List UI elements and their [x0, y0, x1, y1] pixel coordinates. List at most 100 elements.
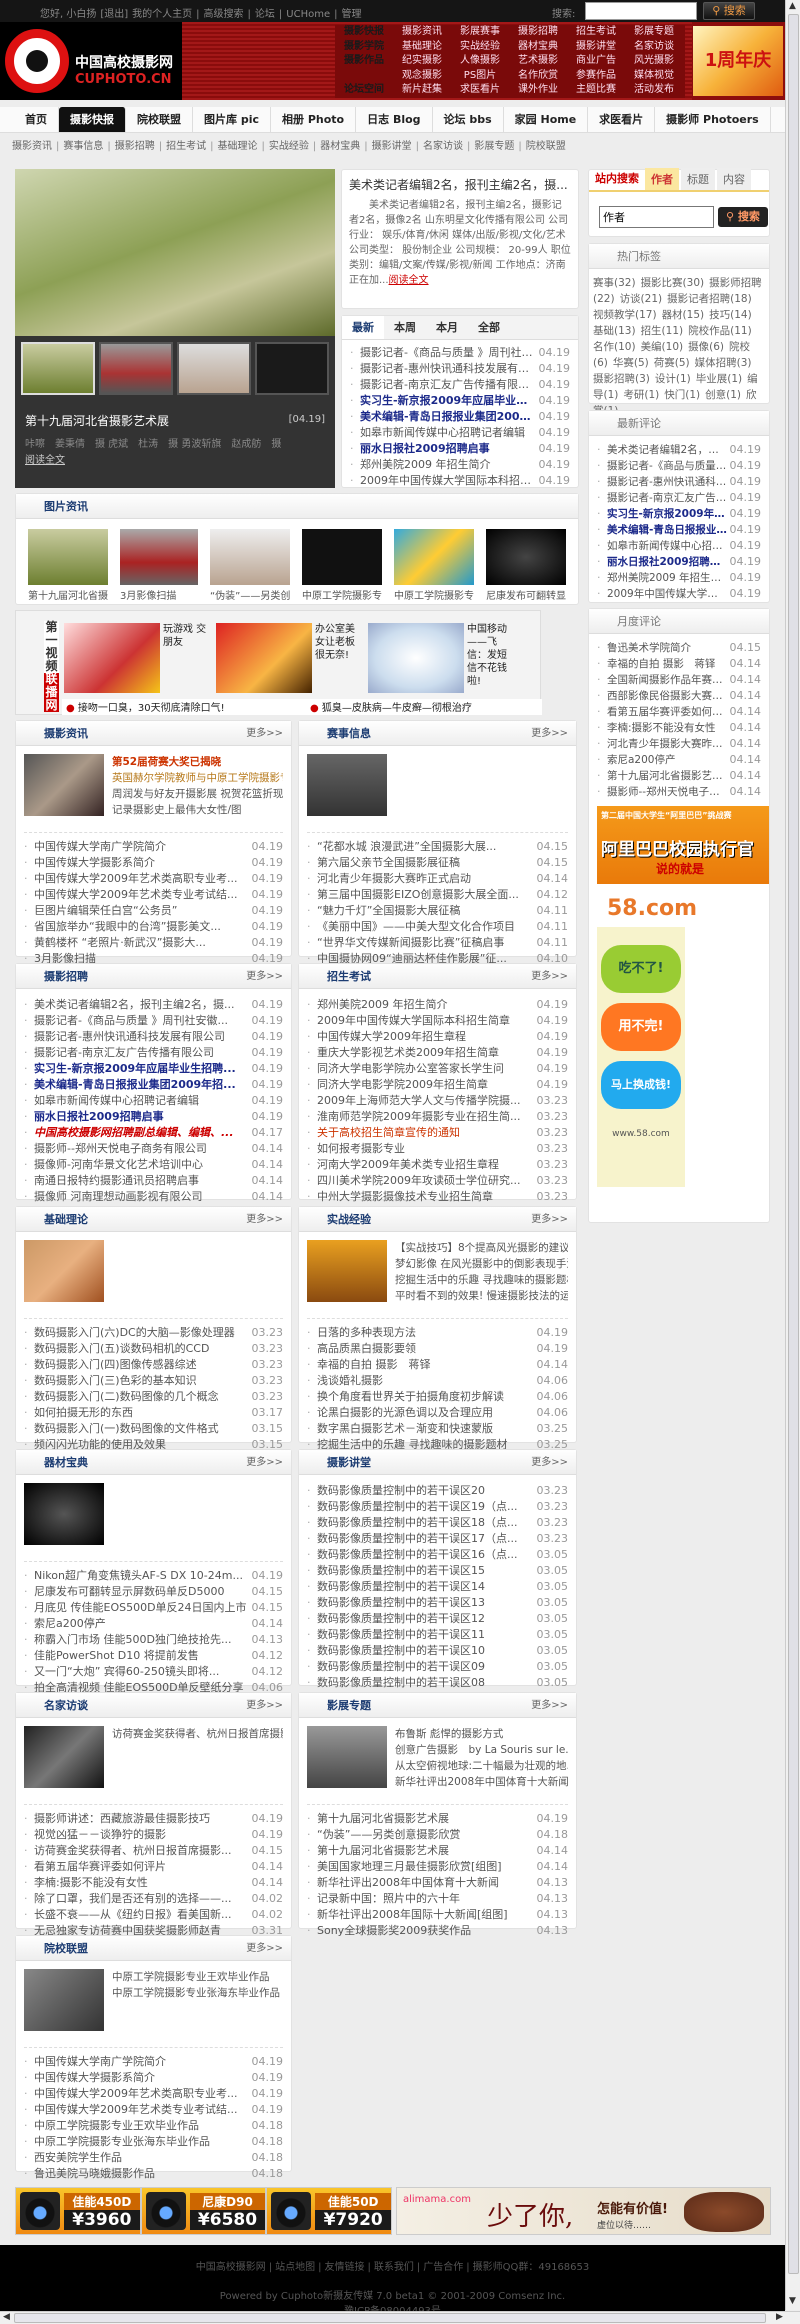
- item-title[interactable]: 摄影师--郑州天悦电子商务有限公司: [34, 1141, 249, 1157]
- item-title[interactable]: 西部影像民俗摄影大赛颁奖: [607, 688, 727, 704]
- item-title[interactable]: 记录新中国：照片中的六十年: [317, 1891, 534, 1907]
- list-item[interactable]: 2009年中国传媒大学国际本04.19: [597, 586, 761, 602]
- item-title[interactable]: 中国传媒大学摄影系简介: [34, 855, 249, 871]
- tag-link[interactable]: 院校作品(11): [688, 325, 752, 337]
- nav-tab[interactable]: 摄影快报: [59, 107, 126, 132]
- footer-link[interactable]: 友情链接: [324, 2262, 364, 2273]
- item-title[interactable]: 视觉凶猛－－谈狰狞的摄影: [34, 1827, 249, 1843]
- search-input[interactable]: [585, 2, 697, 20]
- list-item[interactable]: 全国新闻摄影作品年赛评选04.14: [597, 672, 761, 688]
- item-title[interactable]: 日落的多种表现方法: [317, 1325, 534, 1341]
- item-title[interactable]: 巨图片编辑荣任白宫“公务员”: [34, 903, 249, 919]
- nav-tab[interactable]: 首页: [14, 107, 59, 132]
- item-title[interactable]: 第十九届河北省摄影艺术展: [317, 1811, 534, 1827]
- list-item[interactable]: 2009年中国传媒大学国际本科招生简章04.19: [307, 1013, 568, 1029]
- tag-link[interactable]: 视频教学(17): [593, 309, 657, 321]
- list-item[interactable]: 称霸入门市场 佳能500D独门绝技抢先...04.13: [24, 1632, 283, 1648]
- tag-link[interactable]: 考研(1): [623, 389, 659, 401]
- tag-link[interactable]: 名作(10): [593, 341, 636, 353]
- ad-image[interactable]: [64, 623, 160, 693]
- list-item[interactable]: 佳能PowerShot D10 将提前发售04.12: [24, 1648, 283, 1664]
- list-item[interactable]: 2009年上海师范大学人文与传播学院摄...03.23: [307, 1093, 568, 1109]
- list-item[interactable]: 第十九届河北省摄影艺术展04.19: [307, 1811, 568, 1827]
- item-title[interactable]: 索尼a200停产: [607, 752, 727, 768]
- item-title[interactable]: 数码影像质量控制中的若干误区11: [317, 1627, 534, 1643]
- list-item[interactable]: 月底见 传佳能EOS500D单反24日国内上市04.15: [24, 1600, 283, 1616]
- subnav-link[interactable]: 赛事信息: [63, 141, 103, 152]
- item-title[interactable]: 又一门“大炮” 宾得60-250镜头即将...: [34, 1664, 249, 1680]
- menu-item[interactable]: 课外作业: [509, 83, 567, 98]
- list-item[interactable]: 数码摄影入门(一)数码图像的文件格式03.15: [24, 1421, 283, 1437]
- user-link[interactable]: 我的个人主页: [132, 9, 192, 20]
- list-item[interactable]: 长盛不衰——从《纽约日报》看美国新...04.02: [24, 1907, 283, 1923]
- menu-item[interactable]: PS图片: [451, 69, 509, 84]
- tag-link[interactable]: 招生(11): [641, 325, 684, 337]
- list-item[interactable]: 李楠:摄影不能没有女性04.14: [24, 1875, 283, 1891]
- user-link[interactable]: [退出]: [100, 9, 128, 20]
- tag-link[interactable]: 基础(13): [593, 325, 636, 337]
- item-title[interactable]: 2009年中国传媒大学国际本科招生简章: [317, 1013, 534, 1029]
- scroll-right-icon[interactable]: ▶: [776, 2312, 783, 2322]
- ad-link[interactable]: 接吻一口臭，30天彻底清除口气!: [66, 699, 225, 714]
- picture-caption[interactable]: 第十九届河北省摄影: [28, 587, 108, 602]
- list-item[interactable]: 南通日报特约摄影通讯员招聘启事04.14: [24, 1173, 283, 1189]
- list-item[interactable]: 第六届父亲节全国摄影展征稿04.15: [307, 855, 568, 871]
- user-link[interactable]: 论坛: [255, 9, 275, 20]
- list-item[interactable]: 如皋市新闻传媒中心招聘记者编辑04.19: [24, 1093, 283, 1109]
- list-item[interactable]: 浅谈婚礼摄影04.06: [307, 1373, 568, 1389]
- slide-thumb[interactable]: [21, 342, 95, 395]
- list-item[interactable]: 中国传媒大学摄影系简介04.19: [24, 855, 283, 871]
- more-link[interactable]: 更多>>: [531, 1207, 568, 1232]
- feature-image[interactable]: [307, 1726, 387, 1788]
- item-title[interactable]: 实习生-新京报2009年应届毕业生招聘...: [34, 1061, 249, 1077]
- menu-item[interactable]: 商业广告: [567, 54, 625, 69]
- item-title[interactable]: 数码摄影入门(二)数码图像的几个概念: [34, 1389, 249, 1405]
- list-item[interactable]: 换个角度看世界关于拍摄角度初步解读04.06: [307, 1389, 568, 1405]
- list-item[interactable]: 美术类记者编辑2名，报刊主04.19: [597, 442, 761, 458]
- footer-link[interactable]: 站点地图: [275, 2262, 315, 2273]
- tag-link[interactable]: 摄影记者招聘(18): [667, 293, 752, 305]
- picture-item[interactable]: 中原工学院摄影专业: [394, 529, 474, 602]
- camera-ad[interactable]: 佳能50D ¥7920: [266, 2187, 393, 2235]
- list-item[interactable]: 索尼a200停产04.14: [597, 752, 761, 768]
- item-title[interactable]: 中原工学院摄影专业张海东毕业作品: [34, 2134, 249, 2150]
- item-title[interactable]: 同济大学电影学院2009年招生简章: [317, 1077, 534, 1093]
- feature-image[interactable]: [24, 754, 104, 816]
- item-title[interactable]: 长盛不衰——从《纽约日报》看美国新...: [34, 1907, 249, 1923]
- list-item[interactable]: 西安美院学生作品04.18: [24, 2150, 283, 2166]
- item-title[interactable]: 李楠:摄影不能没有女性: [34, 1875, 249, 1891]
- list-item[interactable]: 第十九届河北省摄影艺术展04.14: [597, 768, 761, 784]
- menu-item[interactable]: 新片赶集: [393, 83, 451, 98]
- list-item[interactable]: 美术编辑-青岛日报报业集团04.19: [597, 522, 761, 538]
- section-title[interactable]: 摄影资讯: [44, 727, 88, 740]
- tab[interactable]: 全部: [468, 316, 510, 339]
- menu-item[interactable]: 实战经验: [451, 40, 509, 55]
- item-title[interactable]: 南通日报特约摄影通讯员招聘启事: [34, 1173, 249, 1189]
- section-title[interactable]: 摄影招聘: [44, 970, 88, 983]
- item-title[interactable]: 数码影像质量控制中的若干误区14: [317, 1579, 534, 1595]
- tag-link[interactable]: 赛事(32): [593, 277, 636, 289]
- list-item[interactable]: 数码影像质量控制中的若干误区1303.05: [307, 1595, 568, 1611]
- item-title[interactable]: 美术编辑-青岛日报报业集团2009年招...: [34, 1077, 249, 1093]
- nav-tab[interactable]: 求医看片: [588, 107, 656, 132]
- list-item[interactable]: “魅力千灯”全国摄影大展征稿04.11: [307, 903, 568, 919]
- site-logo[interactable]: 中国高校摄影网 CUPHOTO.CN: [0, 22, 182, 100]
- list-item[interactable]: 数码影像质量控制中的若干误区1003.05: [307, 1643, 568, 1659]
- menu-item[interactable]: 名家访谈: [625, 40, 683, 55]
- picture-caption[interactable]: “伪装”——另类创: [210, 587, 290, 602]
- item-title[interactable]: 看第五届华赛评委如何评片: [34, 1859, 249, 1875]
- item-title[interactable]: 摄影记者-惠州快讯通科技发展有限公司: [34, 1029, 249, 1045]
- tag-link[interactable]: 毕业展(1): [696, 373, 742, 385]
- list-item[interactable]: 数码影像质量控制中的若干误区1403.05: [307, 1579, 568, 1595]
- alimama-ad[interactable]: alimama.com 少了你, 怎能有价值! 虚位以待……: [396, 2187, 771, 2235]
- site-search-input[interactable]: [599, 206, 714, 228]
- item-title[interactable]: 尼康发布可翻转显示屏数码单反D5000: [34, 1584, 249, 1600]
- item-title[interactable]: 中国传媒大学2009年艺术类专业考试结...: [34, 2102, 249, 2118]
- tag-link[interactable]: 设计(1): [655, 373, 691, 385]
- item-title[interactable]: 实习生-新京报2009年应届毕: [607, 506, 727, 522]
- item-title[interactable]: 论黑白摄影的光源色调以及合理应用: [317, 1405, 534, 1421]
- section-title[interactable]: 影展专题: [327, 1699, 371, 1712]
- section-title[interactable]: 名家访谈: [44, 1699, 88, 1712]
- list-item[interactable]: 数字黑白摄影艺术－渐变和快速蒙版03.25: [307, 1421, 568, 1437]
- list-item[interactable]: 数码影像质量控制中的若干误区0803.05: [307, 1675, 568, 1691]
